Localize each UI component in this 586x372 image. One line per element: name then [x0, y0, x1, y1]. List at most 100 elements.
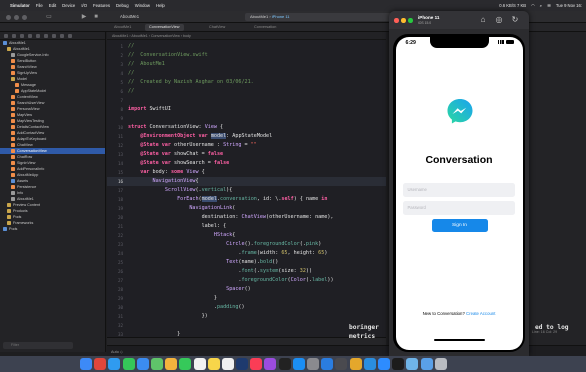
folder-icon[interactable] [4, 33, 8, 38]
code-line[interactable]: 23 Circle().foregroundColor(.pink) [107, 240, 386, 249]
code-line[interactable]: 17 ScrollView(.vertical){ [107, 186, 386, 195]
photoshop-icon[interactable] [236, 358, 249, 370]
preview-icon[interactable] [406, 358, 419, 370]
zoom-icon[interactable] [377, 358, 390, 370]
debug-icon[interactable] [52, 33, 56, 38]
jump-bar[interactable]: AboutMe1 › AboutMe1 › ConversationView ›… [107, 32, 386, 40]
menu-features[interactable]: Features [93, 3, 110, 8]
notes-icon[interactable] [207, 358, 220, 370]
safari-icon[interactable] [108, 358, 121, 370]
sign-in-button[interactable]: Sign In [431, 218, 488, 232]
code-line[interactable]: 11 @EnvironmentObject var model: AppStat… [107, 132, 386, 141]
file-tree-item[interactable]: Pods [0, 226, 105, 232]
code-line[interactable]: 13 @State var showChat = false [107, 150, 386, 159]
minimize-button[interactable] [401, 18, 406, 23]
code-line[interactable]: 2 // ConversationView.swift [107, 51, 386, 60]
stop-icon[interactable]: ■ [92, 13, 100, 21]
code-line[interactable]: 5 // Created by Nazish Asghar on 03/06/21… [107, 78, 386, 87]
code-line[interactable]: 16 NavigationView{ [107, 177, 386, 186]
code-line[interactable]: 1 // [107, 42, 386, 51]
menu-help[interactable]: Help [156, 3, 165, 8]
code-line[interactable]: 33 } [107, 330, 386, 337]
menu-debug[interactable]: Debug [116, 3, 129, 8]
sidebar-toggle-icon[interactable]: ▭ [45, 13, 53, 21]
code-line[interactable]: 26 .font(.system(size: 32)) [107, 267, 386, 276]
messages-icon[interactable] [122, 358, 135, 370]
trash-icon[interactable] [434, 358, 447, 370]
menu-edit[interactable]: Edit [49, 3, 56, 8]
menu-simulator[interactable]: Simulator [10, 3, 30, 8]
xcode-icon[interactable] [321, 358, 334, 370]
code-line[interactable]: 19 NavigationLink( [107, 204, 386, 213]
code-line[interactable]: 3 // AboutMe1 [107, 60, 386, 69]
code-editor[interactable]: 1 // 2 // ConversationView.swift 3 // AboutMe… [107, 40, 386, 337]
calendar-icon[interactable] [193, 358, 206, 370]
chrome-icon[interactable] [349, 358, 362, 370]
code-line[interactable]: 25 Text(name).bold() [107, 258, 386, 267]
code-line[interactable]: 18 ForEach(model.conversation, id: \.sel… [107, 195, 386, 204]
code-line[interactable]: 21 label: { [107, 222, 386, 231]
source-control-icon[interactable] [12, 33, 16, 38]
code-line[interactable]: 32 [107, 321, 386, 330]
code-line[interactable]: 29 } [107, 294, 386, 303]
code-line[interactable]: 4 // [107, 69, 386, 78]
minimize-button[interactable] [14, 14, 19, 20]
code-line[interactable]: 15 var body: some View { [107, 168, 386, 177]
menu-device[interactable]: Device [62, 3, 75, 8]
navigator-filter-input[interactable]: Filter [3, 342, 73, 349]
simulator-icon[interactable] [335, 358, 348, 370]
screenshot-icon[interactable]: ◎ [493, 14, 505, 26]
scheme-selector[interactable]: AboutMe1 [120, 13, 139, 21]
create-account-link[interactable]: Create Account [466, 311, 495, 316]
code-line[interactable]: 10 struct ConversationView: View { [107, 123, 386, 132]
zoom-button[interactable] [22, 14, 27, 20]
tab-chatview[interactable]: ChatView [205, 24, 229, 31]
code-line[interactable]: 8 import SwiftUI [107, 105, 386, 114]
clock[interactable]: Tue 9 Nov 16: [556, 3, 582, 8]
code-line[interactable]: 6 // [107, 87, 386, 96]
appstore-icon[interactable] [292, 358, 305, 370]
tab-aboutme1[interactable]: AboutMe1 [110, 24, 135, 31]
code-line[interactable]: 27 .foregroundColor(Color(.label)) [107, 276, 386, 285]
control-center-icon[interactable]: ☰ [547, 3, 551, 8]
code-line[interactable]: 9 [107, 114, 386, 123]
menu-file[interactable]: File [36, 3, 43, 8]
tab-conversation[interactable]: Conversation [250, 24, 280, 31]
facetime-icon[interactable] [179, 358, 192, 370]
menu-window[interactable]: Window [135, 3, 150, 8]
issue-icon[interactable] [36, 33, 40, 38]
search-icon[interactable]: ⌕ [540, 3, 542, 8]
tv-icon[interactable] [278, 358, 291, 370]
wifi-icon[interactable]: ◠ [531, 3, 535, 8]
code-line[interactable]: 24 .frame(width: 65, height: 65) [107, 249, 386, 258]
tab-conversationview[interactable]: ConversationView [145, 24, 184, 31]
podcasts-icon[interactable] [264, 358, 277, 370]
code-line[interactable]: 31 }) [107, 312, 386, 321]
code-line[interactable]: 28 Spacer() [107, 285, 386, 294]
photos-icon[interactable] [165, 358, 178, 370]
home-indicator[interactable] [433, 338, 485, 341]
test-icon[interactable] [44, 33, 48, 38]
settings-icon[interactable] [307, 358, 319, 370]
mail-icon[interactable] [136, 358, 149, 370]
password-field[interactable]: Password [402, 200, 515, 215]
finder-icon[interactable] [80, 358, 92, 370]
close-button[interactable] [394, 18, 399, 23]
vscode-icon[interactable] [363, 358, 376, 370]
home-icon[interactable]: ⌂ [477, 14, 489, 26]
rotate-icon[interactable]: ↻ [509, 14, 521, 26]
breakpoint-icon[interactable] [60, 33, 64, 38]
find-icon[interactable] [28, 33, 32, 38]
report-icon[interactable] [68, 33, 72, 38]
symbol-icon[interactable] [20, 33, 24, 38]
terminal-icon[interactable] [392, 358, 405, 370]
code-line[interactable]: 12 @State var otherUsername : String = "… [107, 141, 386, 150]
username-field[interactable]: Username [402, 182, 515, 197]
run-icon[interactable]: ▶ [80, 13, 88, 21]
code-line[interactable]: 14 @State var showSearch = false [107, 159, 386, 168]
downloads-icon[interactable] [420, 358, 433, 370]
close-button[interactable] [6, 14, 11, 20]
launchpad-icon[interactable] [94, 358, 107, 370]
code-line[interactable]: 20 destination: ChatView(otherUsername: … [107, 213, 386, 222]
maps-icon[interactable] [150, 358, 163, 370]
